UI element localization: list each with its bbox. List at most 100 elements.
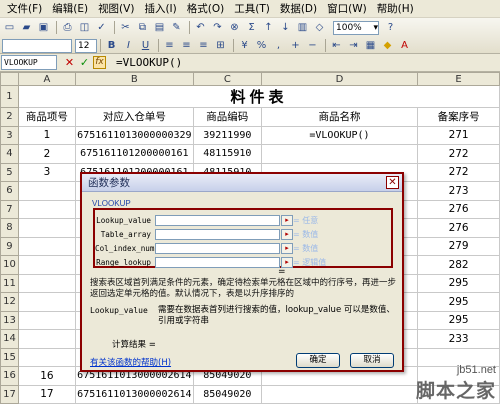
cell-record-no[interactable]: 295 [417,292,500,312]
align-center-icon[interactable]: ≡ [179,39,194,53]
enter-formula-button[interactable]: ✓ [78,56,91,69]
bold-icon[interactable]: B [104,39,119,53]
font-color-icon[interactable]: A [397,39,412,53]
row-header[interactable]: 5 [0,162,19,182]
cancel-button[interactable]: 取消 [350,353,394,368]
cell-product-name[interactable] [260,144,419,164]
underline-icon[interactable]: U [138,39,153,53]
ok-button[interactable]: 确定 [296,353,340,368]
italic-icon[interactable]: I [121,39,136,53]
column-header-e[interactable]: E [417,72,500,86]
cell-record-no[interactable]: 276 [417,199,500,219]
column-header-b[interactable]: B [74,72,194,86]
redo-icon[interactable]: ↷ [210,21,225,35]
cut-icon[interactable]: ✂ [118,21,133,35]
row-header[interactable]: 1 [0,85,19,108]
cancel-formula-button[interactable]: ✕ [63,56,76,69]
name-box[interactable]: VLOOKUP [1,55,57,70]
row-header[interactable]: 9 [0,236,19,256]
cell-warehouse-no[interactable]: 6751611013000002614 [74,384,194,404]
increase-decimal-icon[interactable]: + [288,39,303,53]
row-header[interactable]: 14 [0,329,19,349]
column-header-a[interactable]: A [17,72,76,86]
font-select[interactable] [2,38,72,53]
cell-record-no[interactable]: 271 [417,125,500,145]
cell-record-no[interactable]: 295 [417,310,500,330]
undo-icon[interactable]: ↶ [193,21,208,35]
paste-icon[interactable]: ▤ [152,21,167,35]
row-header[interactable]: 10 [0,255,19,275]
header-cell[interactable]: 商品编码 [192,107,262,127]
spell-check-icon[interactable]: ✓ [94,21,109,35]
row-header[interactable]: 2 [0,107,19,127]
cell-product-code[interactable]: 39211990 [192,125,262,145]
cell-item-no[interactable] [17,310,76,330]
cell-product-name[interactable]: =VLOOKUP() [260,125,419,145]
row-header[interactable]: 15 [0,347,19,367]
cell-item-no[interactable]: 3 [17,162,76,182]
range-select-icon[interactable]: ▸ [281,228,293,240]
row-header[interactable]: 6 [0,181,19,201]
hyperlink-icon[interactable]: ⊗ [227,21,242,35]
menu-format[interactable]: 格式(O) [182,0,229,18]
header-cell[interactable]: 商品名称 [260,107,419,127]
cell-item-no[interactable] [17,236,76,256]
sheet-title[interactable]: 料件表 [17,85,500,108]
print-icon[interactable]: ⎙ [60,21,75,35]
dialog-titlebar[interactable]: 函数参数 ✕ [82,174,402,192]
cell-record-no[interactable]: 273 [417,181,500,201]
sort-descending-icon[interactable]: ↓ [278,21,293,35]
cell-product-code[interactable]: 85049020 [192,384,262,404]
column-header-d[interactable]: D [260,72,419,86]
menu-file[interactable]: 文件(F) [2,0,47,18]
merge-center-icon[interactable]: ⊞ [213,39,228,53]
menu-insert[interactable]: 插入(I) [139,0,181,18]
help-icon[interactable]: ? [383,21,398,35]
menu-tools[interactable]: 工具(T) [229,0,275,18]
cell-item-no[interactable] [17,273,76,293]
cell-item-no[interactable] [17,292,76,312]
insert-function-button[interactable]: fx [93,56,106,69]
cell-product-name[interactable] [260,384,419,404]
row-header[interactable]: 16 [0,366,19,386]
header-cell[interactable]: 对应入仓单号 [74,107,194,127]
percent-icon[interactable]: % [254,39,269,53]
format-painter-icon[interactable]: ✎ [169,21,184,35]
fill-color-icon[interactable]: ◆ [380,39,395,53]
table-array-input[interactable] [155,228,280,240]
new-file-icon[interactable]: ▭ [2,21,17,35]
header-cell[interactable]: 商品项号 [17,107,76,127]
increase-indent-icon[interactable]: ⇥ [346,39,361,53]
align-left-icon[interactable]: ≡ [162,39,177,53]
range-select-icon[interactable]: ▸ [281,214,293,226]
row-header[interactable]: 4 [0,144,19,164]
sort-ascending-icon[interactable]: ↑ [261,21,276,35]
cell-record-no[interactable]: 233 [417,329,500,349]
align-right-icon[interactable]: ≡ [196,39,211,53]
close-icon[interactable]: ✕ [386,176,399,189]
menu-edit[interactable]: 编辑(E) [47,0,93,18]
row-header[interactable]: 13 [0,310,19,330]
header-cell[interactable]: 备案序号 [417,107,500,127]
cell-item-no[interactable]: 16 [17,366,76,386]
menu-help[interactable]: 帮助(H) [372,0,419,18]
save-icon[interactable]: ▣ [36,21,51,35]
col-index-num-input[interactable] [155,242,280,254]
font-size-select[interactable]: 12 [75,38,97,53]
comma-style-icon[interactable]: , [271,39,286,53]
cell-record-no[interactable]: 276 [417,218,500,238]
cell-item-no[interactable] [17,347,76,367]
select-all-corner[interactable] [0,72,19,86]
cell-record-no[interactable]: 295 [417,273,500,293]
cell-record-no[interactable]: 272 [417,162,500,182]
copy-icon[interactable]: ⧉ [135,21,150,35]
cell-warehouse-no[interactable]: 675161101200000161 [74,144,194,164]
cell-record-no[interactable]: 282 [417,255,500,275]
cell-item-no[interactable] [17,181,76,201]
cell-warehouse-no[interactable]: 6751611013000000329 [74,125,194,145]
cell-item-no[interactable] [17,255,76,275]
row-header[interactable]: 12 [0,292,19,312]
cell-product-code[interactable]: 48115910 [192,144,262,164]
cell-item-no[interactable]: 1 [17,125,76,145]
cell-record-no[interactable]: 272 [417,144,500,164]
